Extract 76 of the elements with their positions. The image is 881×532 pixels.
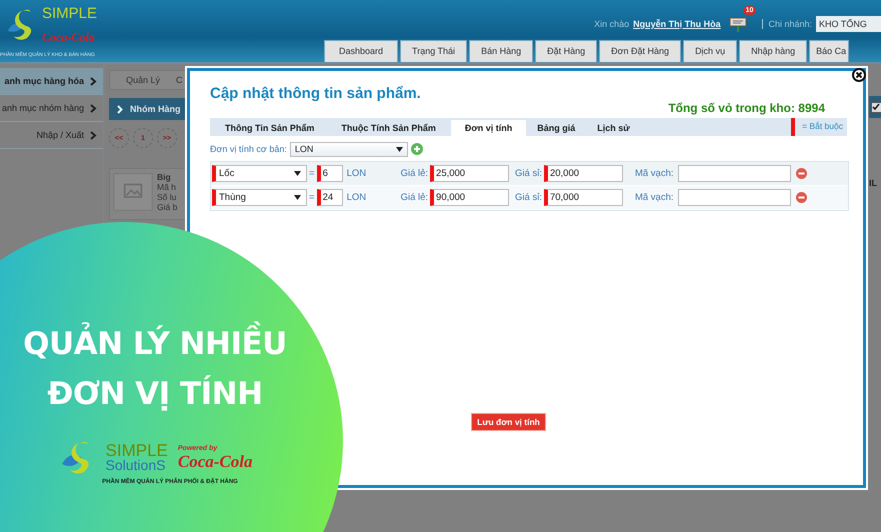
wholesale-price-label: Giá sỉ: [515, 192, 542, 203]
branch-label: Chi nhánh: [762, 19, 812, 29]
nav-tab[interactable]: Dịch vụ [683, 40, 738, 62]
base-unit-dropdown[interactable]: LON [290, 142, 408, 156]
barcode-label: Mã vạch: [634, 168, 674, 179]
nav-tab[interactable]: Đơn Đặt Hàng [599, 40, 682, 62]
promo-headline: ĐƠN VỊ TÍNH [47, 374, 263, 414]
add-icon[interactable] [410, 143, 423, 155]
promo-headline: QUẢN LÝ NHIỀU [23, 320, 287, 368]
product-text: Giá b [157, 202, 178, 212]
nav-tab[interactable]: Đặt Hàng [535, 40, 598, 62]
base-unit-label: Đơn vị tính cơ bản: [210, 144, 287, 154]
nav-tab[interactable]: Dashboard [324, 40, 398, 62]
greeting-text: Xin chào [594, 19, 630, 29]
brand-logo-text: Coca‑Cola [178, 452, 252, 472]
close-button[interactable] [852, 68, 866, 82]
base-unit-text: LON [346, 192, 368, 203]
logo-subtext: SolutionS [106, 458, 166, 473]
branch-field[interactable]: KHO TỔNG [816, 16, 881, 32]
dropdown-caret-icon [396, 146, 403, 152]
sidebar-item[interactable]: Nhập / Xuất [0, 122, 103, 149]
required-legend: = Bắt buộc [802, 121, 843, 131]
save-button[interactable]: Lưu đơn vị tính [471, 413, 546, 431]
nav-tab[interactable]: Nhập hàng [739, 40, 808, 62]
sign-board-icon[interactable] [728, 15, 747, 33]
base-unit-text: LON [346, 168, 368, 179]
quantity-field[interactable]: 6 [316, 165, 343, 182]
product-text: Số lu [157, 192, 178, 202]
chevron-right-icon [90, 76, 97, 86]
tab[interactable]: Lịch sử [586, 120, 641, 136]
sidebar-item[interactable]: anh mục hàng hóa [0, 68, 103, 95]
chevron-right-icon [90, 130, 97, 140]
barcode-field[interactable] [678, 165, 791, 182]
tab[interactable]: Thuộc Tính Sản Phẩm [325, 120, 447, 136]
nav-tab[interactable]: Bán Hàng [469, 40, 534, 62]
dropdown-caret-icon [294, 171, 301, 176]
modal-title: Cập nhật thông tin sản phẩm. [210, 85, 422, 102]
wholesale-price-field[interactable]: 20,000 [544, 165, 623, 182]
stock-total-text: Tổng số vỏ trong kho: 8994 [668, 101, 825, 115]
tab[interactable]: Đơn vị tính [450, 120, 526, 136]
chevron-right-icon [117, 104, 123, 114]
product-text: Big [157, 172, 172, 182]
wholesale-price-field[interactable]: 70,000 [544, 189, 623, 206]
wholesale-price-label: Giá sỉ: [515, 168, 542, 179]
user-name-link[interactable]: Nguyễn Thị Thu Hòa [633, 19, 721, 29]
chevron-right-icon [90, 104, 97, 112]
breadcrumb-link[interactable]: Quản Lý [126, 75, 160, 85]
remove-icon[interactable] [796, 168, 807, 179]
equals-sign: = [309, 192, 315, 203]
tab[interactable]: Bảng giá [526, 120, 586, 136]
brand-logo-text: Coca‑Cola [42, 30, 96, 45]
image-placeholder-icon [113, 172, 153, 212]
unit-dropdown[interactable]: Thùng [212, 189, 307, 206]
logo-text: SIMPLE [42, 6, 98, 22]
logo-text: SIMPLE [106, 443, 168, 458]
checkbox[interactable] [871, 102, 881, 112]
retail-price-label: Giá lẻ: [400, 192, 428, 203]
nav-tab[interactable]: Báo Ca [809, 40, 850, 62]
barcode-label: Mã vạch: [634, 192, 674, 203]
quantity-field[interactable]: 24 [316, 189, 343, 206]
dropdown-caret-icon [294, 195, 301, 200]
nav-tab[interactable]: Trạng Thái [400, 40, 468, 62]
product-text: Mã h [157, 182, 177, 192]
breadcrumb-link[interactable]: C [176, 75, 183, 85]
retail-price-field[interactable]: 25,000 [430, 165, 510, 182]
tab[interactable]: Thông Tin Sản Phẩm [214, 120, 326, 136]
retail-price-field[interactable]: 90,000 [430, 189, 510, 206]
required-marker-icon [791, 118, 795, 136]
barcode-field[interactable] [678, 189, 791, 206]
table-text: IL [869, 178, 877, 188]
unit-dropdown[interactable]: Lốc [212, 165, 307, 182]
sidebar-item[interactable]: anh mục nhóm hàng [0, 95, 103, 122]
remove-icon[interactable] [796, 192, 807, 203]
section-title: Nhóm Hàng [130, 104, 180, 114]
retail-price-label: Giá lẻ: [400, 168, 428, 179]
equals-sign: = [309, 168, 315, 179]
